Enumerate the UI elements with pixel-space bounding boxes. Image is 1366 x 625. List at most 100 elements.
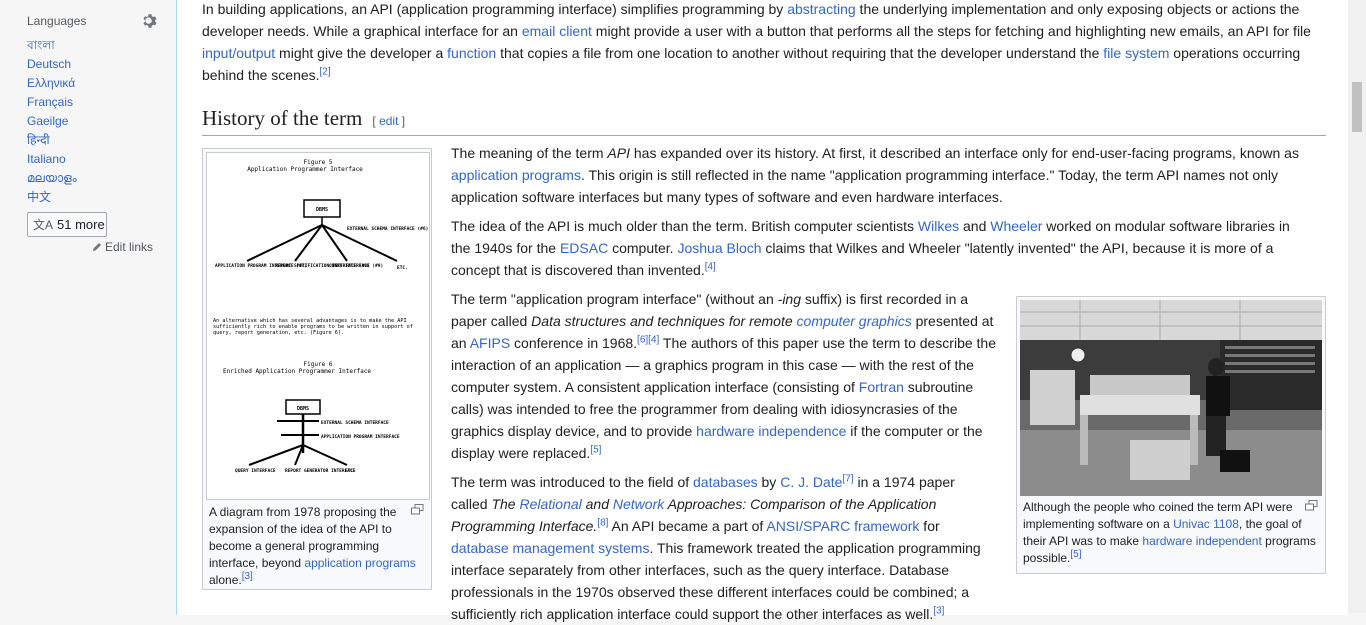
language-link[interactable]: हिन्दी bbox=[27, 133, 50, 147]
gear-icon[interactable] bbox=[141, 12, 159, 30]
photo-caption: Although the people who coined the term … bbox=[1020, 496, 1322, 567]
more-languages-button[interactable]: 文A 51 more bbox=[27, 212, 107, 237]
scrollbar-thumb[interactable] bbox=[1352, 82, 1362, 132]
cj-date-link[interactable]: C. J. Date bbox=[780, 474, 842, 490]
emphasis: The bbox=[491, 496, 520, 512]
language-link[interactable]: 中文 bbox=[27, 190, 51, 204]
more-languages-label: 51 more bbox=[57, 217, 105, 232]
bracket: ] bbox=[398, 114, 406, 128]
emphasis: API bbox=[607, 145, 630, 161]
paragraph-idea: The idea of the API is much older than t… bbox=[451, 215, 1311, 281]
dbms-link[interactable]: database management systems bbox=[451, 540, 649, 556]
relational-link[interactable]: Relational bbox=[519, 496, 581, 512]
reference-link[interactable]: [5] bbox=[1070, 549, 1081, 560]
etc2-label: ETC. bbox=[345, 468, 356, 474]
computer-graphics-link[interactable]: computer graphics bbox=[797, 313, 912, 329]
dbms-label: DBMS bbox=[316, 207, 328, 213]
text: The term was introduced to the field of bbox=[451, 474, 694, 490]
text: conference in 1968. bbox=[510, 335, 638, 351]
hardware-independent-link[interactable]: hardware independent bbox=[1142, 534, 1261, 548]
reference-link[interactable]: [3] bbox=[933, 605, 944, 616]
paragraph-databases: The term was introduced to the field of … bbox=[451, 471, 991, 625]
api-int-label: APPLICATION PROGRAM INTERFACE bbox=[321, 434, 400, 440]
vertical-scrollbar[interactable] bbox=[1348, 0, 1366, 613]
emphasis: Data structures and techniques for remot… bbox=[531, 313, 797, 329]
text: might give the developer a bbox=[275, 45, 448, 61]
wheeler-link[interactable]: Wheeler bbox=[990, 218, 1042, 234]
univac-photo[interactable] bbox=[1020, 300, 1322, 496]
text: An API became a part of bbox=[608, 518, 767, 534]
reference-link[interactable]: [7] bbox=[842, 473, 853, 484]
hardware-independence-link[interactable]: hardware independence bbox=[696, 423, 846, 439]
section-heading: History of the term [ edit ] bbox=[202, 106, 1326, 136]
reference-link[interactable]: [2] bbox=[320, 66, 331, 77]
paragraph-term: The term "application program interface"… bbox=[451, 288, 999, 464]
enlarge-icon[interactable] bbox=[411, 504, 424, 515]
univac-link[interactable]: Univac 1108 bbox=[1173, 517, 1239, 531]
ansi-sparc-link[interactable]: ANSI/SPARC framework bbox=[766, 518, 919, 534]
afips-link[interactable]: AFIPS bbox=[470, 335, 510, 351]
abstracting-link[interactable]: abstracting bbox=[787, 1, 855, 17]
language-link[interactable]: Français bbox=[27, 95, 73, 109]
sidebar: Languages বাংলা Deutsch Ελληνικά Françai… bbox=[0, 0, 176, 613]
dbms2-label: DBMS bbox=[297, 406, 309, 412]
section-title: History of the term bbox=[202, 106, 363, 130]
language-link[interactable]: Ελληνικά bbox=[27, 76, 75, 90]
qi9-label: QUERY INTERFACE (#9) bbox=[329, 263, 383, 269]
application-programs-link[interactable]: application programs bbox=[304, 556, 415, 570]
emphasis: -ing bbox=[777, 291, 802, 307]
section-edit-link[interactable]: edit bbox=[379, 114, 398, 128]
section-edit: [ edit ] bbox=[372, 114, 405, 128]
fig6-title: Figure 6 bbox=[304, 361, 333, 368]
text: by bbox=[757, 474, 781, 490]
intro-paragraph: In building applications, an API (applic… bbox=[202, 0, 1312, 86]
languages-header: Languages bbox=[27, 12, 159, 32]
reference-link[interactable]: [4] bbox=[705, 261, 716, 272]
pencil-icon bbox=[93, 243, 101, 251]
email-client-link[interactable]: email client bbox=[522, 23, 592, 39]
fortran-link[interactable]: Fortran bbox=[859, 379, 904, 395]
language-link[interactable]: മലയാളം bbox=[27, 171, 77, 185]
edsac-link[interactable]: EDSAC bbox=[560, 240, 608, 256]
enlarge-icon[interactable] bbox=[1305, 500, 1318, 511]
text: The idea of the API is much older than t… bbox=[451, 218, 918, 234]
ext-schema-label: EXTERNAL SCHEMA INTERFACE (#6) bbox=[347, 226, 428, 232]
fig6-subtitle: Enriched Application Programmer Interfac… bbox=[223, 368, 371, 375]
emphasis: and bbox=[581, 496, 613, 512]
language-link[interactable]: Italiano bbox=[27, 152, 66, 166]
language-link[interactable]: বাংলা bbox=[27, 38, 55, 52]
reference-link[interactable]: [8] bbox=[597, 517, 608, 528]
languages-label: Languages bbox=[27, 14, 87, 28]
article-content: In building applications, an API (applic… bbox=[176, 0, 1348, 622]
databases-link[interactable]: databases bbox=[693, 474, 758, 490]
wilkes-link[interactable]: Wilkes bbox=[918, 218, 959, 234]
reference-link[interactable]: [5] bbox=[590, 444, 601, 455]
diagram-drawing: Figure 5 Application Programmer Interfac… bbox=[213, 159, 428, 474]
input-output-link[interactable]: input/output bbox=[202, 45, 275, 61]
reference-link[interactable]: [6][4] bbox=[637, 334, 659, 345]
figure-univac-photo: Although the people who coined the term … bbox=[1016, 296, 1326, 574]
joshua-bloch-link[interactable]: Joshua Bloch bbox=[677, 240, 761, 256]
network-link[interactable]: Network bbox=[613, 496, 664, 512]
query-int-label: QUERY INTERFACE bbox=[235, 468, 276, 474]
text: computer. bbox=[608, 240, 678, 256]
text: and bbox=[959, 218, 991, 234]
edit-links-link[interactable]: Edit links bbox=[92, 240, 153, 254]
language-link[interactable]: Gaeilge bbox=[27, 114, 68, 128]
reference-link[interactable]: [3] bbox=[242, 571, 253, 582]
file-system-link[interactable]: file system bbox=[1103, 45, 1169, 61]
translate-icon: 文A bbox=[33, 218, 54, 232]
language-list: বাংলা Deutsch Ελληνικά Français Gaeilge … bbox=[27, 36, 77, 207]
etc-label: ETC. bbox=[397, 265, 408, 271]
text: The meaning of the term bbox=[451, 145, 608, 161]
function-link[interactable]: function bbox=[447, 45, 496, 61]
language-link[interactable]: Deutsch bbox=[27, 57, 71, 71]
diagram-alt-text: An alternative which has several advanta… bbox=[213, 318, 413, 336]
application-programs-link[interactable]: application programs bbox=[451, 167, 581, 183]
fig5-title: Figure 5 bbox=[304, 159, 333, 166]
text: The term "application program interface"… bbox=[451, 291, 778, 307]
fig5-subtitle: Application Programmer Interface bbox=[247, 166, 363, 173]
text: might provide a user with a button that … bbox=[591, 23, 1311, 39]
diagram-image[interactable]: Figure 5 Application Programmer Interfac… bbox=[206, 152, 430, 500]
text: alone. bbox=[209, 573, 242, 587]
